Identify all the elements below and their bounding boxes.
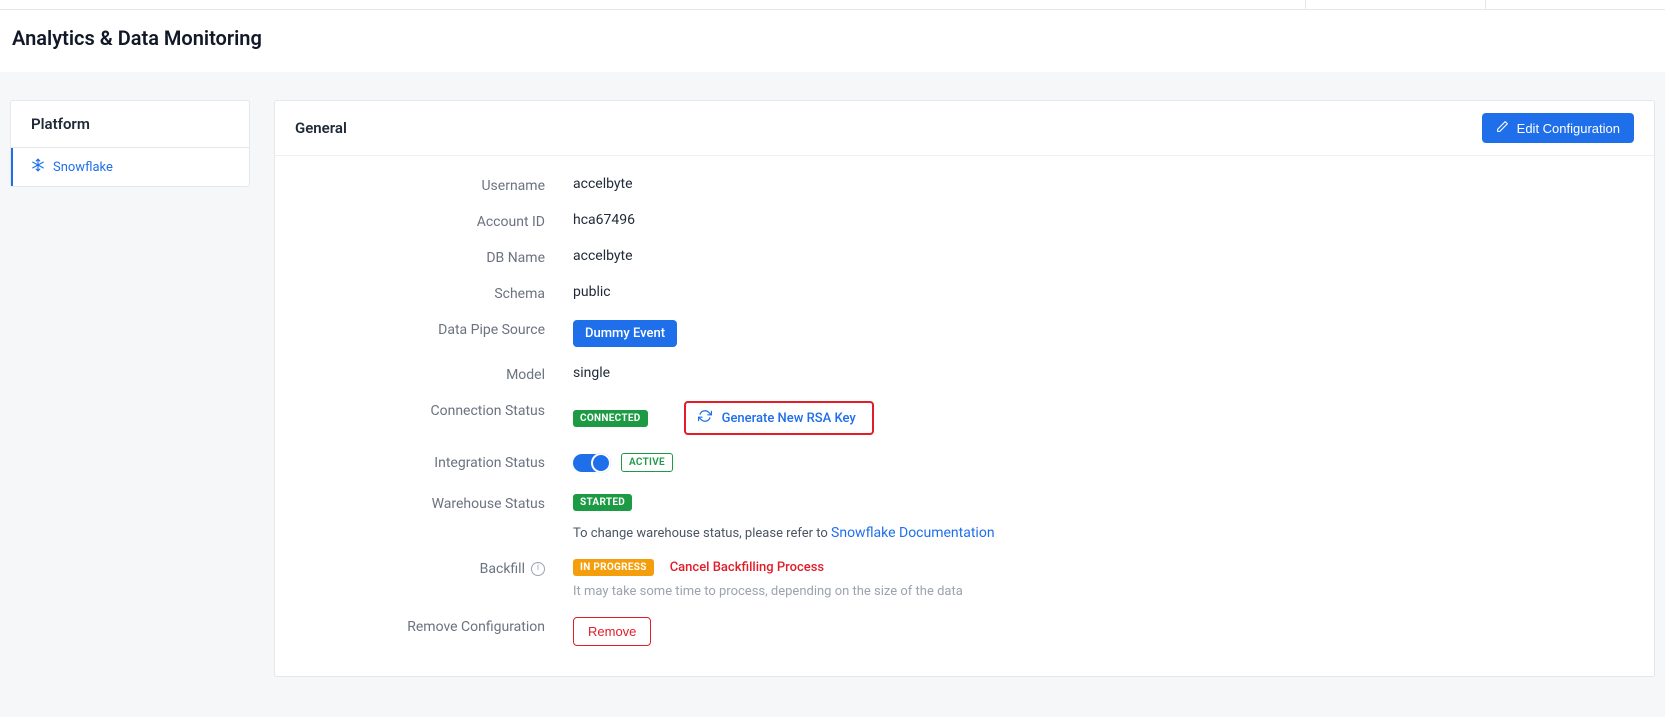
- field-label: Data Pipe Source: [295, 320, 545, 338]
- connection-status-badge: CONNECTED: [573, 410, 648, 427]
- edit-configuration-label: Edit Configuration: [1517, 121, 1620, 136]
- field-label: Backfill i: [295, 559, 545, 577]
- field-label: Account ID: [295, 212, 545, 230]
- topbar-segment: [1485, 0, 1665, 9]
- field-label: Username: [295, 176, 545, 194]
- field-account-id: Account ID hca67496: [295, 212, 1634, 230]
- edit-configuration-button[interactable]: Edit Configuration: [1482, 113, 1634, 143]
- field-schema: Schema public: [295, 284, 1634, 302]
- field-value: hca67496: [573, 212, 635, 228]
- field-backfill: Backfill i IN PROGRESS Cancel Backfillin…: [295, 559, 1634, 599]
- field-connection-status: Connection Status CONNECTED: [295, 401, 1634, 435]
- panel-header: General Edit Configuration: [275, 101, 1654, 156]
- top-bar: [0, 0, 1665, 10]
- pencil-icon: [1496, 120, 1509, 136]
- backfill-hint: It may take some time to process, depend…: [573, 584, 1634, 599]
- page-title: Analytics & Data Monitoring: [12, 26, 1653, 50]
- field-data-pipe-source: Data Pipe Source Dummy Event: [295, 320, 1634, 347]
- field-label: Model: [295, 365, 545, 383]
- field-value: single: [573, 365, 610, 381]
- generate-rsa-button[interactable]: Generate New RSA Key: [722, 411, 856, 426]
- field-integration-status: Integration Status ACTIVE: [295, 453, 1634, 476]
- snowflake-documentation-link[interactable]: Snowflake Documentation: [831, 525, 995, 541]
- field-value: public: [573, 284, 611, 300]
- field-value: accelbyte: [573, 176, 633, 192]
- topbar-segment: [1305, 0, 1485, 9]
- refresh-icon: [698, 409, 712, 427]
- platform-list: Snowflake: [11, 148, 249, 186]
- field-label: DB Name: [295, 248, 545, 266]
- field-label: Connection Status: [295, 401, 545, 419]
- field-value: accelbyte: [573, 248, 633, 264]
- warehouse-status-badge: STARTED: [573, 494, 632, 511]
- field-db-name: DB Name accelbyte: [295, 248, 1634, 266]
- snowflake-icon: [31, 158, 45, 176]
- data-pipe-source-chip: Dummy Event: [573, 320, 677, 347]
- generate-rsa-highlight: Generate New RSA Key: [684, 401, 874, 435]
- main-panel: General Edit Configuration Username acce…: [274, 100, 1655, 677]
- sidebar-item-snowflake[interactable]: Snowflake: [11, 148, 249, 186]
- title-row: Analytics & Data Monitoring: [0, 10, 1665, 72]
- warehouse-help-text: To change warehouse status, please refer…: [573, 526, 831, 541]
- backfill-status-badge: IN PROGRESS: [573, 559, 654, 576]
- integration-toggle[interactable]: [573, 454, 609, 472]
- info-icon[interactable]: i: [531, 562, 545, 576]
- section-title: General: [295, 119, 347, 137]
- field-label: Remove Configuration: [295, 617, 545, 635]
- integration-status-badge: ACTIVE: [621, 453, 673, 472]
- sidebar-item-label: Snowflake: [53, 160, 113, 175]
- field-remove-configuration: Remove Configuration Remove: [295, 617, 1634, 646]
- sidebar-card: Platform Snowflake: [10, 100, 250, 187]
- field-label: Schema: [295, 284, 545, 302]
- field-model: Model single: [295, 365, 1634, 383]
- field-label: Integration Status: [295, 453, 545, 471]
- field-warehouse-status: Warehouse Status STARTED To change wareh…: [295, 494, 1634, 541]
- sidebar-header: Platform: [11, 101, 249, 148]
- remove-button[interactable]: Remove: [573, 617, 651, 646]
- cancel-backfilling-button[interactable]: Cancel Backfilling Process: [670, 560, 824, 575]
- field-username: Username accelbyte: [295, 176, 1634, 194]
- field-label: Warehouse Status: [295, 494, 545, 512]
